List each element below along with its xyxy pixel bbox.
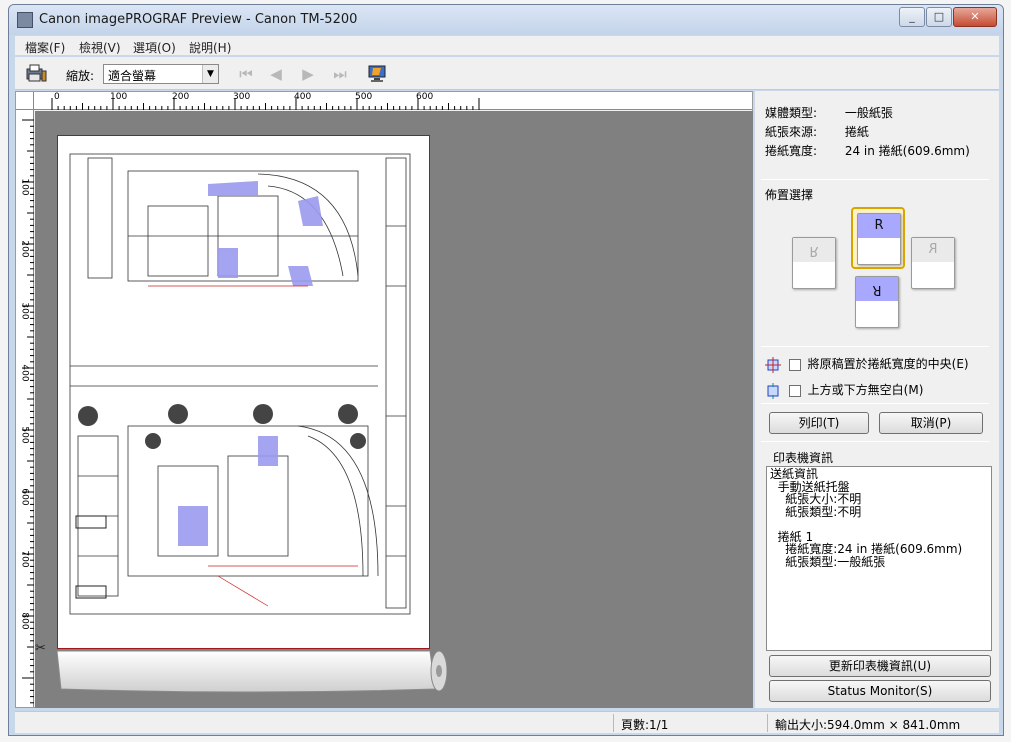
zoom-select[interactable]: 適合螢幕 ▼ [103, 64, 219, 84]
ruler-top-label: 500 [355, 92, 373, 102]
ruler-top-label: 200 [172, 92, 190, 102]
menu-options[interactable]: 選項(O) [133, 39, 176, 56]
layout-sheet: R [792, 237, 836, 289]
preview-canvas: ✂ [35, 111, 753, 708]
layout-glyph: R [858, 214, 900, 238]
roll-width-value: 24 in 捲紙(609.6mm) [844, 144, 970, 158]
desktop-background: Canon imagePROGRAF Preview - Canon TM-52… [0, 0, 1011, 742]
layout-sheet: R [855, 276, 899, 328]
chevron-down-icon: ▼ [202, 65, 218, 83]
status-monitor-button[interactable]: Status Monitor(S) [769, 680, 991, 702]
update-printer-info-button[interactable]: 更新印表機資訊(U) [769, 655, 991, 677]
zoom-label: 縮放: [66, 69, 95, 83]
paper-sheet [57, 135, 430, 649]
close-button[interactable]: ✕ [953, 7, 997, 27]
layout-glyph: R [793, 238, 835, 262]
roll-width-label: 捲紙寬度: [765, 144, 818, 158]
printer-info-box[interactable]: 送紙資訊 手動送紙托盤 紙張大小:不明 紙張類型:不明 捲紙 1 捲紙寬度:24… [766, 466, 992, 651]
no-margin-label: 上方或下方無空白(M) [807, 383, 924, 397]
roll-width-row: 捲紙寬度: 24 in 捲紙(609.6mm) [765, 142, 970, 159]
horizontal-ruler: 0 100 200 300 400 500 600 [34, 92, 752, 110]
window-title: Canon imagePROGRAF Preview - Canon TM-52… [39, 12, 358, 27]
divider [761, 403, 989, 404]
paper-source-value: 捲紙 [844, 125, 869, 139]
previous-page-icon[interactable]: ◀ [267, 65, 285, 83]
ruler-left-label: 100 [19, 178, 30, 196]
ruler-top-label: 400 [294, 92, 312, 102]
last-page-icon[interactable]: ⏭ [331, 65, 349, 83]
divider [761, 179, 989, 180]
roll-paper-graphic [57, 650, 447, 693]
page-setup-icon[interactable] [25, 63, 47, 83]
menu-bar: 檔案(F) 檢視(V) 選項(O) 說明(H) [15, 36, 999, 56]
printer-info-lines: 送紙資訊 手動送紙托盤 紙張大小:不明 紙張類型:不明 捲紙 1 捲紙寬度:24… [770, 468, 988, 568]
media-type-label: 媒體類型: [765, 106, 818, 120]
ruler-top-label: 300 [233, 92, 251, 102]
preview-area: 0 100 200 300 400 500 600 100 200 300 40… [15, 91, 753, 710]
layout-sheet: R [857, 213, 901, 265]
center-original-label: 將原稿置於捲紙寬度的中央(E) [807, 357, 969, 371]
layout-option-selected[interactable]: R [851, 207, 905, 269]
ruler-left-label: 300 [19, 302, 30, 320]
ruler-left-label: 700 [19, 550, 30, 568]
info-line: 紙張類型:不明 [770, 504, 862, 519]
center-align-icon [765, 356, 781, 373]
print-button[interactable]: 列印(T) [769, 412, 869, 434]
ruler-corner [16, 92, 34, 110]
status-divider [767, 714, 768, 732]
layout-option-rotated[interactable]: R [851, 272, 905, 334]
cancel-button[interactable]: 取消(P) [879, 412, 983, 434]
layout-option-right[interactable]: R [907, 233, 961, 295]
maximize-button[interactable]: □ [926, 7, 952, 27]
settings-panel: 媒體類型: 一般紙張 紙張來源: 捲紙 捲紙寬度: 24 in 捲紙(609.6… [755, 91, 999, 708]
printer-app-icon [17, 12, 33, 28]
ruler-left-label: 400 [19, 364, 30, 382]
no-margin-option[interactable]: 上方或下方無空白(M) [765, 381, 923, 399]
menu-help[interactable]: 說明(H) [189, 39, 231, 56]
divider [761, 441, 989, 442]
media-type-row: 媒體類型: 一般紙張 [765, 104, 893, 121]
layout-glyph: R [856, 277, 898, 301]
title-bar[interactable]: Canon imagePROGRAF Preview - Canon TM-52… [9, 5, 1003, 35]
toolbar: 縮放: 適合螢幕 ▼ ⏮ ◀ ▶ ⏭ [15, 57, 999, 90]
info-line: 紙張類型:一般紙張 [770, 554, 886, 569]
first-page-icon[interactable]: ⏮ [237, 65, 255, 83]
next-page-icon[interactable]: ▶ [299, 65, 317, 83]
ruler-top-label: 100 [110, 92, 128, 102]
paper-source-row: 紙張來源: 捲紙 [765, 123, 869, 140]
paper-source-label: 紙張來源: [765, 125, 818, 139]
menu-view[interactable]: 檢視(V) [79, 39, 121, 56]
status-bar: 頁數:1/1 輸出大小:594.0mm × 841.0mm [15, 711, 999, 733]
ruler-top-label: 0 [54, 92, 60, 102]
preview-window: Canon imagePROGRAF Preview - Canon TM-52… [8, 4, 1004, 736]
status-divider [613, 714, 614, 732]
media-type-value: 一般紙張 [844, 106, 893, 120]
minimize-button[interactable]: _ [899, 7, 925, 27]
vertical-ruler: 100 200 300 400 500 600 700 800 [16, 110, 34, 710]
ruler-left-label: 800 [19, 612, 30, 630]
divider [761, 346, 989, 347]
center-original-option[interactable]: 將原稿置於捲紙寬度的中央(E) [765, 355, 969, 373]
center-original-checkbox[interactable] [788, 358, 801, 371]
zoom-select-value: 適合螢幕 [108, 69, 157, 83]
preview-monitor-icon[interactable] [367, 63, 389, 83]
ruler-left-label: 600 [19, 488, 30, 506]
page-count: 頁數:1/1 [621, 718, 669, 732]
output-size: 輸出大小:594.0mm × 841.0mm [775, 718, 961, 732]
scissors-icon: ✂ [35, 641, 46, 656]
no-margin-checkbox[interactable] [788, 384, 801, 397]
ruler-left-label: 500 [19, 426, 30, 444]
menu-file[interactable]: 檔案(F) [25, 39, 65, 56]
layout-option-left[interactable]: R [788, 233, 842, 295]
layout-section-label: 佈置選擇 [765, 188, 814, 202]
layout-sheet: R [911, 237, 955, 289]
ruler-left-label: 200 [19, 240, 30, 258]
horizontal-ruler-ticks [51, 98, 480, 110]
no-margin-icon [767, 382, 779, 399]
ruler-top-label: 600 [416, 92, 434, 102]
printer-info-label: 印表機資訊 [773, 451, 834, 465]
floor-plan-drawing [69, 153, 411, 615]
layout-glyph: R [912, 238, 954, 262]
